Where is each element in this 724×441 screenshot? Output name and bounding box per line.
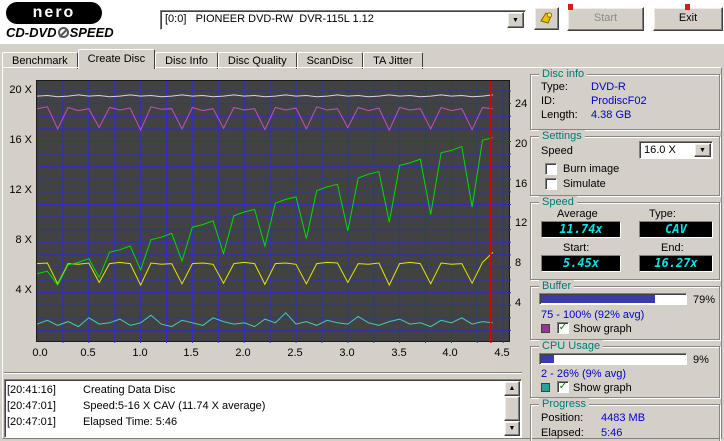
scroll-down-button[interactable]: ▼	[504, 421, 520, 436]
buffer-percent-text: 79%	[693, 294, 716, 306]
x-axis-tick: 3.0	[339, 347, 355, 359]
y-axis-tick: 12 X	[9, 184, 32, 196]
x-axis-tick: 2.0	[235, 347, 251, 359]
speed-group: Speed Average Type: 11.74x CAV Start: En…	[530, 196, 720, 280]
log-entry[interactable]: [20:47:01] Speed:5-16 X CAV (11.74 X aver…	[7, 398, 503, 414]
buffer-range-text: 75 - 100% (92% avg)	[541, 309, 645, 321]
drive-select-dropdown-button[interactable]: ▼	[507, 12, 524, 28]
disc-length-value: 4.38 GB	[591, 109, 632, 121]
group-title: Speed	[539, 196, 577, 208]
x-axis-tick: 4.5	[494, 347, 510, 359]
x-axis-tick: 3.5	[391, 347, 407, 359]
product-title: CD-DVD SPEED	[6, 25, 114, 40]
y-axis-tick: 20 X	[9, 84, 32, 96]
cpu-percent-text: 9%	[693, 354, 709, 366]
position-label: Position:	[541, 412, 584, 424]
end-speed-label: End:	[661, 242, 684, 254]
buffer-group: Buffer 79% 75 - 100% (92% avg) ✓ Show gr…	[530, 280, 720, 340]
disc-id-label: ID:	[541, 95, 556, 107]
log-listbox[interactable]: [20:41:16] Creating Data Disc [20:47:01] S…	[4, 379, 522, 438]
drive-select[interactable]: [0:0] PIONEER DVD-RW DVR-115L 1.12 ▼	[160, 10, 526, 30]
elapsed-label: Elapsed:	[541, 427, 584, 439]
nero-logo: nero	[6, 2, 102, 24]
average-label: Average	[557, 208, 598, 220]
start-speed-display: 5.45x	[541, 255, 621, 272]
group-title: CPU Usage	[539, 340, 604, 352]
start-speed-label: Start:	[563, 242, 590, 254]
speed-select[interactable]: 16.0 X ▼	[639, 141, 713, 159]
burn-speed-chart	[36, 80, 511, 343]
y-axis-tick: 16 X	[9, 134, 32, 146]
disc-length-label: Length:	[541, 109, 578, 121]
scroll-up-button[interactable]: ▲	[504, 381, 520, 396]
type-label: Type:	[649, 208, 676, 220]
disc-type-value: DVD-R	[591, 81, 626, 93]
group-title: Disc info	[539, 68, 588, 80]
x-axis-tick: 2.5	[287, 347, 303, 359]
start-button[interactable]: Start	[567, 7, 644, 31]
arrow-down-icon: ▼	[508, 425, 516, 432]
buffer-show-graph-label: Show graph	[573, 323, 632, 335]
progress-group: Progress Position: 4483 MB Elapsed: 5:46	[530, 398, 720, 441]
red-indicator	[568, 4, 573, 10]
disc-type-label: Type:	[541, 81, 568, 93]
end-speed-display: 16.27x	[639, 255, 713, 272]
burn-image-checkbox[interactable]	[545, 163, 557, 175]
header-bar: nero CD-DVD SPEED [0:0] PIONEER DVD-RW DV…	[0, 0, 724, 44]
x-axis-tick: 1.0	[132, 347, 148, 359]
scroll-thumb[interactable]	[504, 396, 520, 421]
brand-text: nero	[32, 4, 76, 21]
disc-info-group: Disc info Type: DVD-R ID: ProdiscF02 Len…	[530, 68, 720, 130]
exit-button[interactable]: Exit	[653, 7, 723, 31]
cpu-group: CPU Usage 9% 2 - 26% (9% avg) ✓ Show gra…	[530, 340, 720, 398]
log-scrollbar[interactable]: ▲ ▼	[504, 381, 520, 436]
disc-id-value: ProdiscF02	[591, 95, 647, 107]
speed-select-value: 16.0 X	[644, 144, 676, 156]
chevron-down-icon: ▼	[699, 147, 706, 154]
chevron-down-icon: ▼	[512, 17, 519, 24]
x-axis-tick: 0.5	[80, 347, 96, 359]
simulate-label: Simulate	[563, 178, 606, 190]
cpu-show-graph-checkbox[interactable]: ✓	[557, 381, 569, 393]
x-axis-tick: 1.5	[183, 347, 199, 359]
group-title: Progress	[539, 398, 590, 410]
buffer-level-bar	[539, 293, 687, 305]
cpu-usage-bar	[539, 353, 687, 365]
settings-group: Settings Speed 16.0 X ▼ Burn image Simul…	[530, 130, 720, 196]
cpu-range-text: 2 - 26% (9% avg)	[541, 368, 626, 380]
yellow-tool-icon	[540, 12, 553, 24]
log-entry[interactable]: [20:41:16] Creating Data Disc	[7, 382, 503, 398]
y-axis-tick: 8 X	[15, 234, 32, 246]
buffer-color-swatch	[541, 324, 550, 333]
group-title: Settings	[539, 130, 585, 142]
x-axis-tick: 0.0	[32, 347, 48, 359]
y-axis-tick: 4 X	[15, 284, 32, 296]
group-title: Buffer	[539, 280, 575, 292]
speed-label: Speed	[541, 145, 573, 157]
x-axis-tick: 4.0	[442, 347, 458, 359]
speed-type-display: CAV	[639, 221, 713, 238]
tab-bar: Benchmark Create Disc Disc Info Disc Qualit…	[2, 49, 423, 69]
log-entry[interactable]: [20:47:01] Elapsed Time: 5:46	[7, 414, 503, 430]
disc-icon	[57, 27, 69, 38]
options-button[interactable]	[534, 7, 559, 30]
simulate-checkbox[interactable]	[545, 178, 557, 190]
cpu-show-graph-label: Show graph	[573, 382, 632, 394]
arrow-up-icon: ▲	[508, 385, 516, 392]
cpu-color-swatch	[541, 383, 550, 392]
divider	[4, 372, 522, 374]
red-indicator	[685, 4, 690, 10]
tab-create-disc[interactable]: Create Disc	[77, 49, 156, 69]
position-value: 4483 MB	[601, 412, 646, 424]
burn-image-label: Burn image	[563, 163, 620, 175]
speed-select-dropdown-button[interactable]: ▼	[694, 143, 711, 157]
buffer-show-graph-checkbox[interactable]: ✓	[557, 322, 569, 334]
drive-select-value: [0:0] PIONEER DVD-RW DVR-115L 1.12	[165, 13, 374, 25]
elapsed-value: 5:46	[601, 427, 623, 439]
average-speed-display: 11.74x	[541, 221, 621, 238]
